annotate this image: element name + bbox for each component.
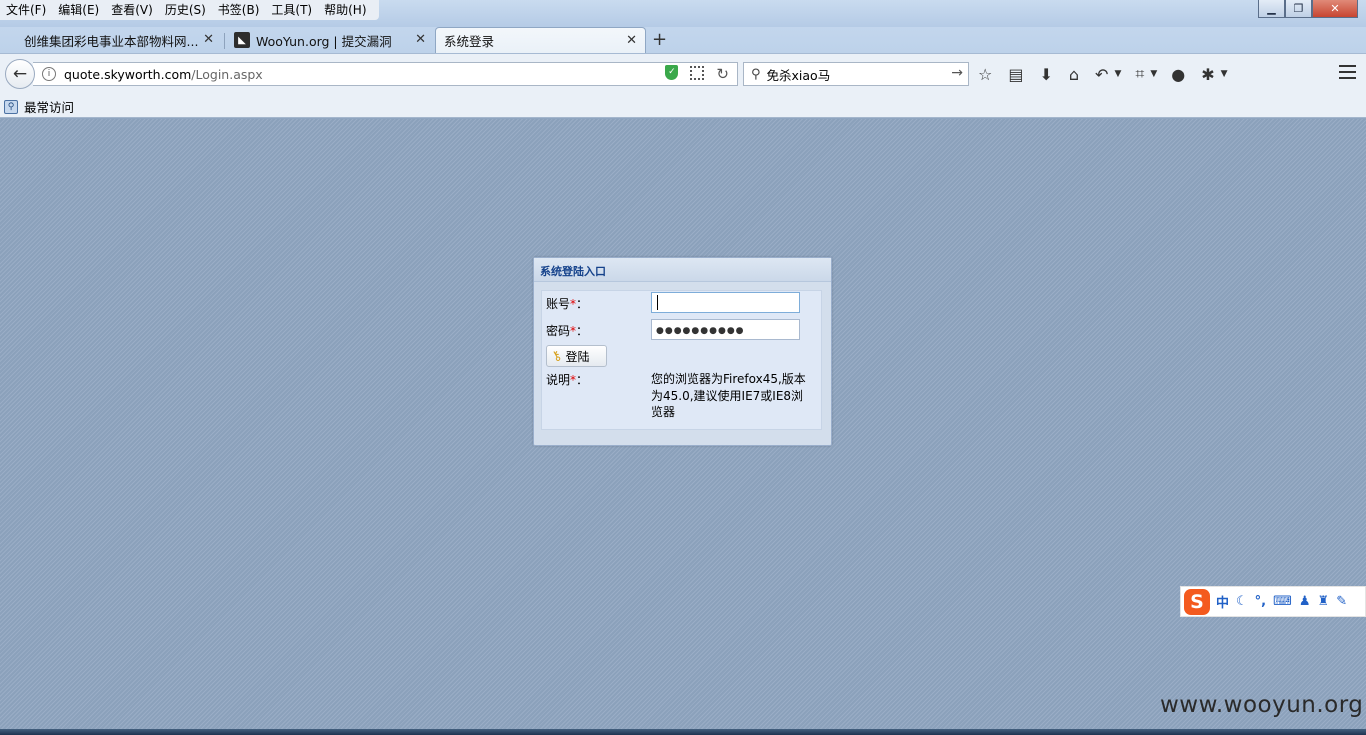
url-bar-icons: ✓ ↻ [665, 65, 729, 83]
note-label: 说明*： [546, 373, 589, 387]
bookmark-folder-icon: ⚲ [4, 99, 18, 114]
ime-language-toggle[interactable]: 中 [1216, 592, 1229, 611]
bookmarks-toolbar: ⚲ 最常访问 [0, 93, 1366, 118]
punctuation-icon[interactable]: °, [1255, 594, 1266, 609]
wooyun-favicon-icon: ◣ [234, 32, 250, 48]
account-label: 账号*： [546, 297, 589, 311]
ime-toolbar: S 中 ☾ °, ⌨ ♟ ♜ ✎ [1180, 586, 1366, 617]
url-host: quote.skyworth.com [64, 66, 192, 82]
search-go-icon[interactable]: → [951, 65, 963, 81]
login-button[interactable]: ⚷ 登陆 [546, 345, 607, 367]
page-viewport: 系统登陆入口 账号*： 密码*： ●●●●●●●●●● ⚷ 登陆 说明*： 您的… [0, 119, 1366, 730]
wrench-icon[interactable]: ✎ [1336, 594, 1347, 609]
close-tab-icon[interactable]: ✕ [626, 33, 637, 48]
password-input[interactable]: ●●●●●●●●●● [651, 319, 800, 340]
login-panel: 系统登陆入口 账号*： 密码*： ●●●●●●●●●● ⚷ 登陆 说明*： 您的… [533, 257, 832, 446]
hamburger-menu-icon[interactable] [1339, 65, 1356, 83]
home-icon[interactable]: ⌂ [1069, 65, 1079, 84]
url-path: /Login.aspx [191, 66, 263, 82]
menu-bar: 文件(F) 编辑(E) 查看(V) 历史(S) 书签(B) 工具(T) 帮助(H… [0, 0, 379, 20]
navigation-toolbar: i quote.skyworth.com/Login.aspx ✓ ↻ ← ⚲ … [0, 53, 1366, 93]
password-label: 密码*： [546, 324, 589, 338]
menu-view[interactable]: 查看(V) [105, 0, 159, 20]
close-tab-icon[interactable]: ✕ [415, 32, 426, 47]
crop-icon[interactable]: ⌗ [1135, 64, 1144, 84]
search-input[interactable]: 免杀xiao马 [767, 65, 831, 84]
tab-title: WooYun.org | 提交漏洞 [256, 33, 392, 49]
new-tab-icon[interactable]: + [652, 29, 667, 50]
tab-strip: 创维集团彩电事业本部物料网... ✕ ◣ WooYun.org | 提交漏洞 ✕… [0, 27, 1366, 53]
skin-shirt-icon[interactable]: ♜ [1318, 594, 1330, 609]
extension-icon[interactable]: ✱ [1201, 65, 1214, 84]
undo-icon[interactable]: ↶ [1095, 65, 1108, 84]
tab-wooyun[interactable]: ◣ WooYun.org | 提交漏洞 ✕ [226, 27, 434, 53]
tab-skyworth-materials[interactable]: 创维集团彩电事业本部物料网... ✕ [16, 27, 222, 53]
tab-separator [224, 33, 225, 49]
site-info-icon[interactable]: i [42, 67, 56, 81]
bookmark-most-visited[interactable]: ⚲ 最常访问 [4, 97, 74, 116]
dropdown-icon[interactable]: ▼ [1150, 69, 1157, 79]
restore-button[interactable]: ❐ [1285, 0, 1312, 18]
close-tab-icon[interactable]: ✕ [203, 32, 214, 47]
minimize-button[interactable]: ▁ [1258, 0, 1285, 18]
qr-code-icon[interactable] [690, 66, 705, 80]
reading-list-icon[interactable]: ▤ [1008, 65, 1023, 84]
back-arrow-icon: ← [12, 64, 28, 84]
url-bar[interactable]: i quote.skyworth.com/Login.aspx ✓ ↻ [33, 62, 738, 86]
menu-help[interactable]: 帮助(H) [318, 0, 372, 20]
account-input[interactable] [651, 292, 800, 313]
text-caret [657, 295, 658, 310]
close-window-button[interactable]: ✕ [1312, 0, 1358, 18]
menu-file[interactable]: 文件(F) [0, 0, 52, 20]
keyboard-icon[interactable]: ⌨ [1273, 594, 1292, 609]
back-button[interactable]: ← [5, 59, 35, 89]
shield-check-icon[interactable]: ✓ [665, 65, 679, 80]
user-icon[interactable]: ♟ [1299, 594, 1311, 609]
login-form: 账号*： 密码*： ●●●●●●●●●● ⚷ 登陆 说明*： 您的浏览器为Fir… [541, 290, 822, 430]
tab-title: 系统登录 [444, 34, 495, 49]
dropdown-icon[interactable]: ▼ [1114, 69, 1121, 79]
panel-title: 系统登陆入口 [534, 258, 831, 282]
chat-icon[interactable]: ● [1171, 65, 1185, 84]
password-mask: ●●●●●●●●●● [656, 326, 745, 336]
menu-history[interactable]: 历史(S) [159, 0, 212, 20]
os-taskbar [0, 729, 1366, 735]
bookmark-label: 最常访问 [24, 100, 75, 115]
login-button-label: 登陆 [565, 349, 590, 364]
watermark: www.wooyun.org [1160, 692, 1364, 718]
tab-system-login[interactable]: 系统登录 ✕ [435, 27, 646, 53]
bookmark-star-icon[interactable]: ☆ [978, 65, 992, 84]
window-titlebar: 文件(F) 编辑(E) 查看(V) 历史(S) 书签(B) 工具(T) 帮助(H… [0, 0, 1366, 27]
search-bar[interactable]: ⚲ 免杀xiao马 → [743, 62, 969, 86]
browser-note-text: 您的浏览器为Firefox45,版本为45.0,建议使用IE7或IE8浏览器 [651, 372, 806, 419]
menu-bookmarks[interactable]: 书签(B) [212, 0, 266, 20]
window-controls: ▁ ❐ ✕ [1258, 0, 1358, 18]
tab-title: 创维集团彩电事业本部物料网... [24, 33, 199, 49]
dropdown-icon[interactable]: ▼ [1221, 69, 1228, 79]
reload-icon[interactable]: ↻ [716, 65, 729, 83]
menu-tools[interactable]: 工具(T) [265, 0, 318, 20]
download-icon[interactable]: ⬇ [1039, 65, 1052, 84]
search-icon: ⚲ [751, 66, 761, 82]
key-icon: ⚷ [548, 347, 565, 365]
moon-icon[interactable]: ☾ [1236, 594, 1248, 609]
sogou-logo-icon[interactable]: S [1184, 588, 1210, 615]
toolbar-buttons: ☆ ▤ ⬇ ⌂ ↶ ▼ ⌗ ▼ ● ✱ ▼ [978, 62, 1242, 86]
menu-edit[interactable]: 编辑(E) [52, 0, 105, 20]
